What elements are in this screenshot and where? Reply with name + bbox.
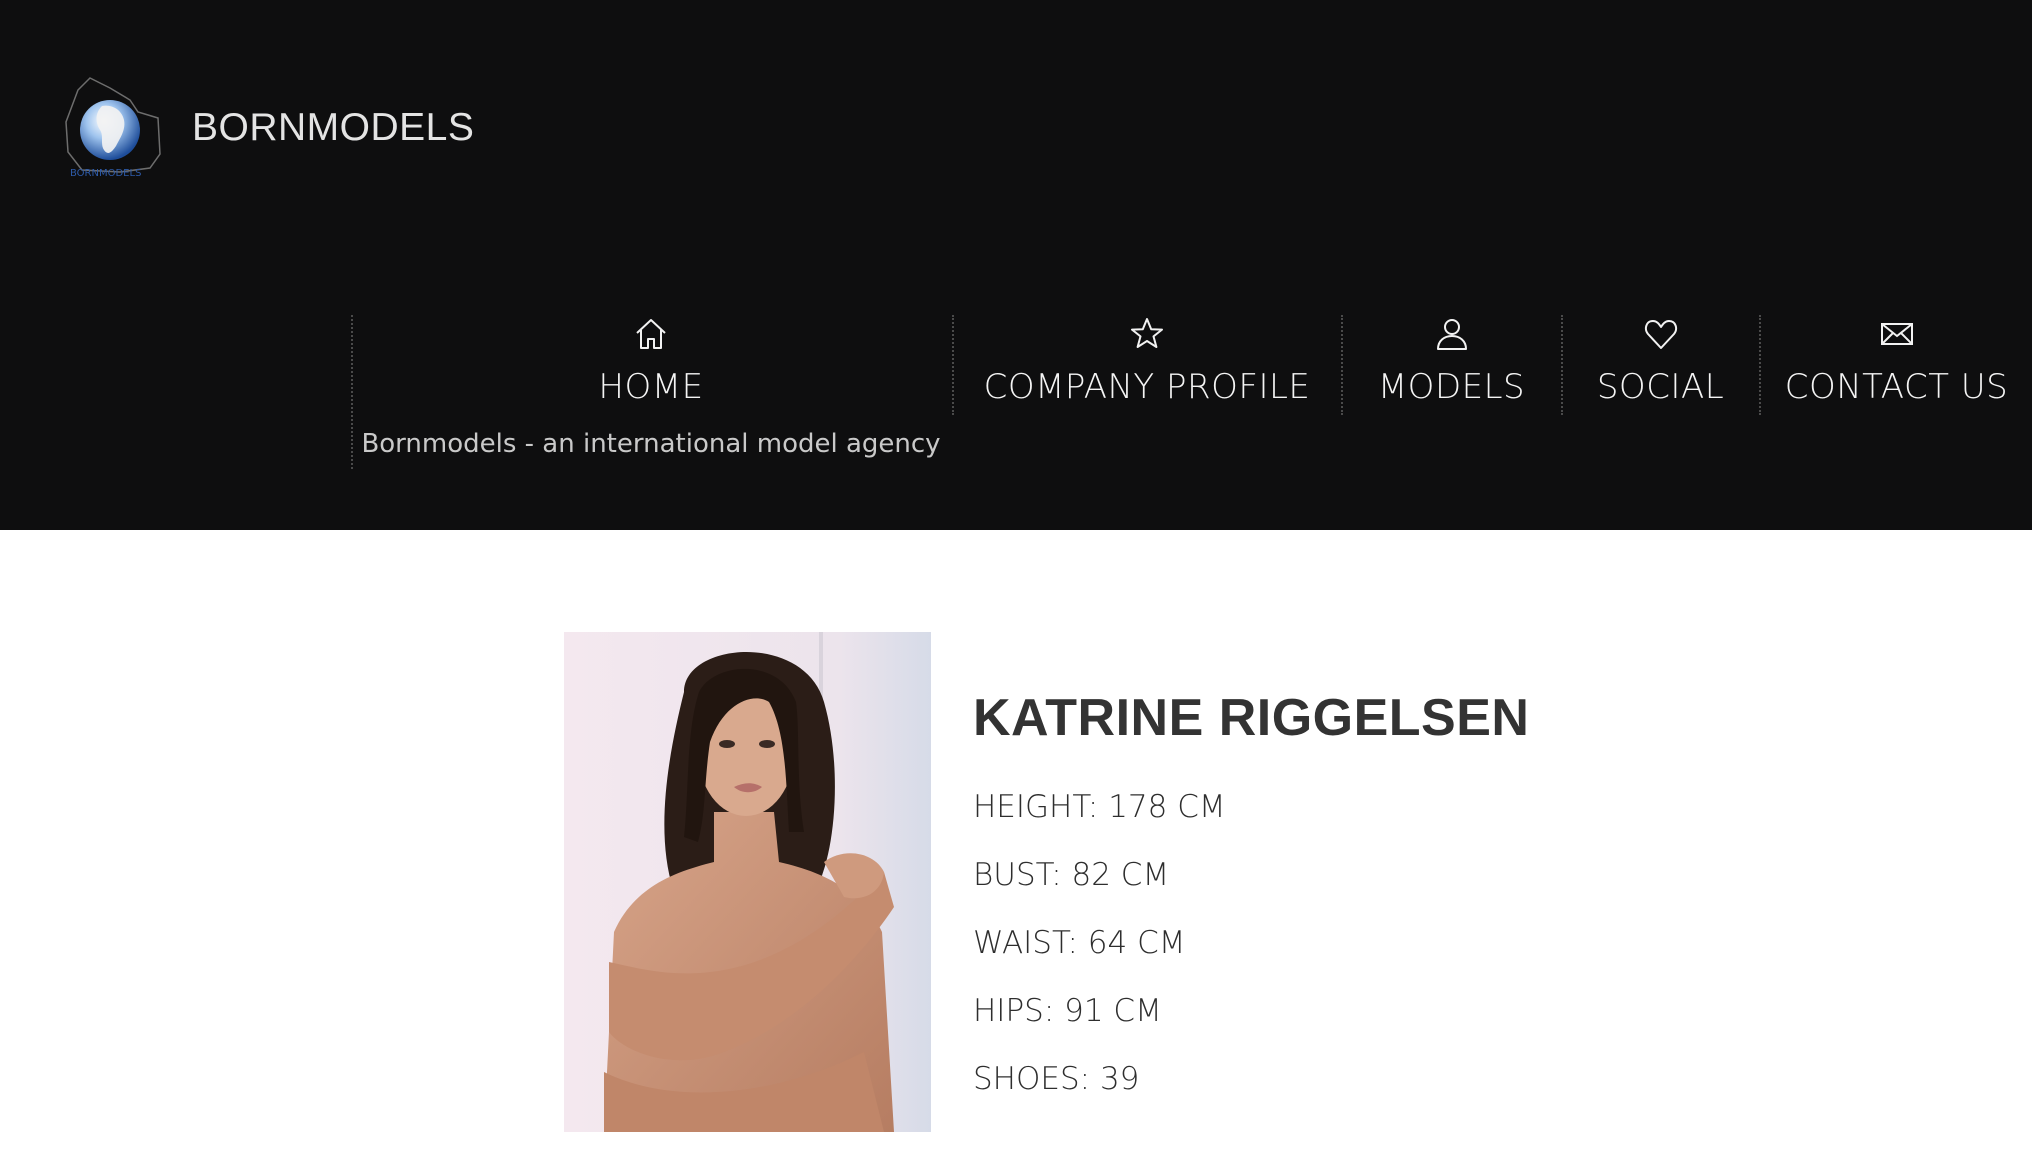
model-name: KATRINE RIGGELSEN (973, 689, 1530, 747)
model-bust: BUST: 82 CM (973, 857, 1170, 893)
brand-name[interactable]: BORNMODELS (192, 106, 474, 150)
nav-contact-us-label: CONTACT US (1784, 367, 2009, 407)
model-photo[interactable] (564, 632, 931, 1132)
site-header: BORNMODELS BORNMODELS HOME COMPANY PROFI… (0, 0, 2032, 530)
heart-icon (1644, 320, 1677, 349)
nav-social-label: SOCIAL (1596, 367, 1725, 407)
site-logo[interactable]: BORNMODELS (60, 72, 170, 182)
envelope-icon (1880, 323, 1913, 345)
nav-home-label: HOME (598, 367, 704, 407)
nav-company-profile-label: COMPANY PROFILE (983, 367, 1311, 407)
nav-home[interactable]: HOME (352, 315, 950, 415)
model-hips: HIPS: 91 CM (973, 993, 1162, 1029)
model-height: HEIGHT: 178 CM (973, 789, 1226, 825)
user-icon (1436, 319, 1467, 350)
nav-social[interactable]: SOCIAL (1563, 315, 1758, 415)
nav-models-label: MODELS (1377, 367, 1526, 407)
nav-contact-us[interactable]: CONTACT US (1761, 315, 2032, 415)
globe-logo-icon: BORNMODELS (65, 77, 161, 179)
home-icon (636, 319, 666, 349)
model-shoes: SHOES: 39 (973, 1061, 1140, 1097)
star-icon (1131, 318, 1163, 348)
model-waist: WAIST: 64 CM (973, 925, 1186, 961)
nav-models[interactable]: MODELS (1343, 315, 1560, 415)
logo-text: BORNMODELS (70, 168, 141, 179)
nav-company-profile[interactable]: COMPANY PROFILE (954, 315, 1340, 415)
model-portrait-image (564, 632, 931, 1132)
site-tagline: Bornmodels - an international model agen… (361, 429, 941, 459)
